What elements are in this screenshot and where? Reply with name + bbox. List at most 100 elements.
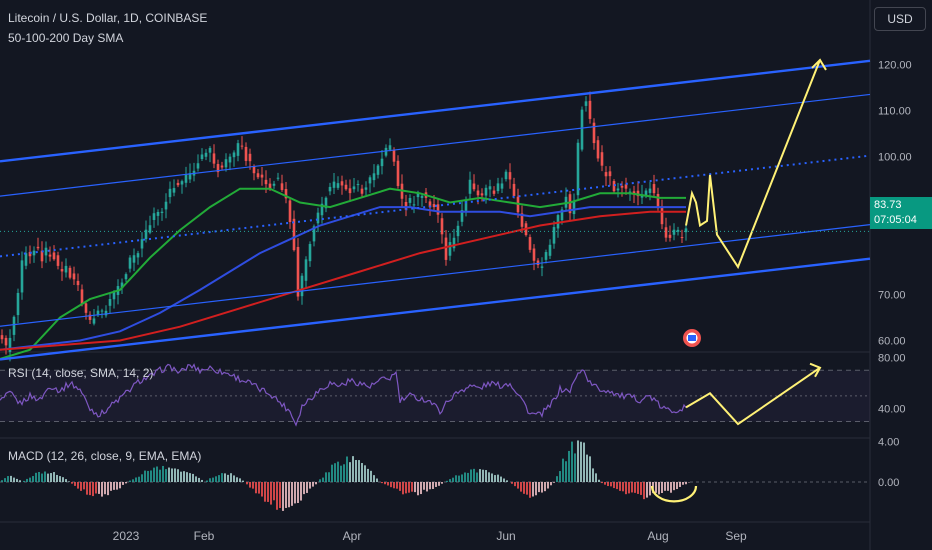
candle-body — [368, 177, 372, 184]
macd-axis-tick: 4.00 — [878, 437, 899, 449]
candle-body — [220, 165, 224, 168]
candle-body — [660, 206, 664, 225]
candle-body — [352, 186, 356, 190]
candle-body — [44, 247, 48, 256]
candle-body — [32, 250, 36, 256]
macd-title[interactable]: MACD (12, 26, close, 9, EMA, EMA) — [8, 449, 201, 463]
candle-body — [492, 190, 496, 194]
candle-body — [572, 201, 576, 215]
sma-line-200 — [0, 210, 686, 351]
candle-body — [244, 146, 248, 161]
candle-body — [600, 152, 604, 166]
candle-body — [108, 299, 112, 306]
candle-body — [264, 179, 268, 185]
candle-body — [236, 143, 240, 156]
macd-axis-tick: 0.00 — [878, 477, 899, 489]
candle-body — [512, 183, 516, 197]
candle-body — [168, 188, 172, 198]
candle-body — [260, 174, 264, 178]
candle-body — [372, 173, 376, 181]
candle-body — [304, 259, 308, 281]
candle-body — [384, 147, 388, 156]
candle-body — [104, 310, 108, 316]
candle-body — [420, 195, 424, 198]
candle-body — [596, 140, 600, 159]
currency-button[interactable]: USD — [874, 7, 926, 31]
candle-body — [648, 188, 652, 193]
chart-canvas: 120.00110.00100.0090.0070.0060.0080.0040… — [0, 0, 912, 550]
symbol-title[interactable]: Litecoin / U.S. Dollar, 1D, COINBASE — [8, 11, 207, 25]
time-axis-tick: Sep — [725, 529, 747, 543]
candle-body — [184, 174, 188, 183]
candle-body — [76, 280, 80, 286]
candle-body — [124, 274, 128, 280]
candle-body — [204, 152, 208, 157]
candle-body — [388, 145, 392, 150]
candle-body — [468, 179, 472, 194]
candle-body — [212, 153, 216, 164]
candle-body — [488, 186, 492, 190]
indicator-label[interactable]: 50-100-200 Day SMA — [8, 31, 123, 45]
candle-body — [580, 109, 584, 150]
candle-body — [52, 252, 56, 260]
candle-body — [292, 218, 296, 251]
price-axis-tick: 120.00 — [878, 60, 912, 72]
candle-body — [476, 190, 480, 196]
candle-body — [48, 254, 52, 257]
candle-body — [152, 213, 156, 220]
candle-body — [156, 212, 160, 216]
candle-body — [480, 193, 484, 196]
candle-body — [340, 181, 344, 186]
candle-body — [620, 185, 624, 188]
candle-body — [348, 188, 352, 194]
candle-body — [432, 204, 436, 208]
candle-body — [164, 201, 168, 210]
price-axis-tick: 100.00 — [878, 152, 912, 164]
candle-body — [484, 187, 488, 196]
candle-body — [376, 165, 380, 175]
candle-body — [280, 183, 284, 190]
candle-body — [452, 237, 456, 249]
candle-body — [680, 237, 684, 239]
candle-body — [172, 188, 176, 193]
candle-body — [92, 318, 96, 324]
candle-body — [12, 316, 16, 335]
candle-body — [148, 225, 152, 233]
rsi-title[interactable]: RSI (14, close, SMA, 14, 2) — [8, 366, 153, 380]
last-price-value: 83.73 — [874, 199, 902, 211]
candle-body — [208, 148, 212, 153]
candle-body — [664, 227, 668, 238]
candle-body — [228, 156, 232, 163]
candle-body — [396, 160, 400, 187]
candle-body — [408, 198, 412, 203]
channel-line — [0, 257, 871, 361]
candle-body — [96, 310, 100, 315]
candle-body — [392, 150, 396, 162]
time-axis-tick: Aug — [647, 529, 668, 543]
candle-body — [588, 100, 592, 119]
candle-body — [132, 255, 136, 263]
time-axis-tick: Jun — [496, 529, 515, 543]
candle-body — [456, 225, 460, 237]
candle-body — [4, 337, 8, 346]
candle-body — [176, 182, 180, 186]
candle-body — [668, 234, 672, 238]
candle-body — [140, 239, 144, 249]
candle-body — [316, 212, 320, 224]
candle-body — [160, 211, 164, 213]
candle-body — [60, 269, 64, 272]
candle-body — [616, 188, 620, 191]
candle-body — [296, 246, 300, 297]
candle-body — [532, 248, 536, 261]
time-axis-tick: 2023 — [113, 529, 140, 543]
candle-body — [608, 171, 612, 177]
channel-line — [0, 59, 871, 163]
candle-body — [356, 184, 360, 186]
candle-body — [272, 183, 276, 186]
candle-body — [412, 204, 416, 206]
candle-body — [252, 166, 256, 174]
candle-body — [276, 177, 280, 179]
candle-body — [336, 183, 340, 188]
candle-body — [224, 159, 228, 168]
candle-body — [100, 310, 104, 312]
